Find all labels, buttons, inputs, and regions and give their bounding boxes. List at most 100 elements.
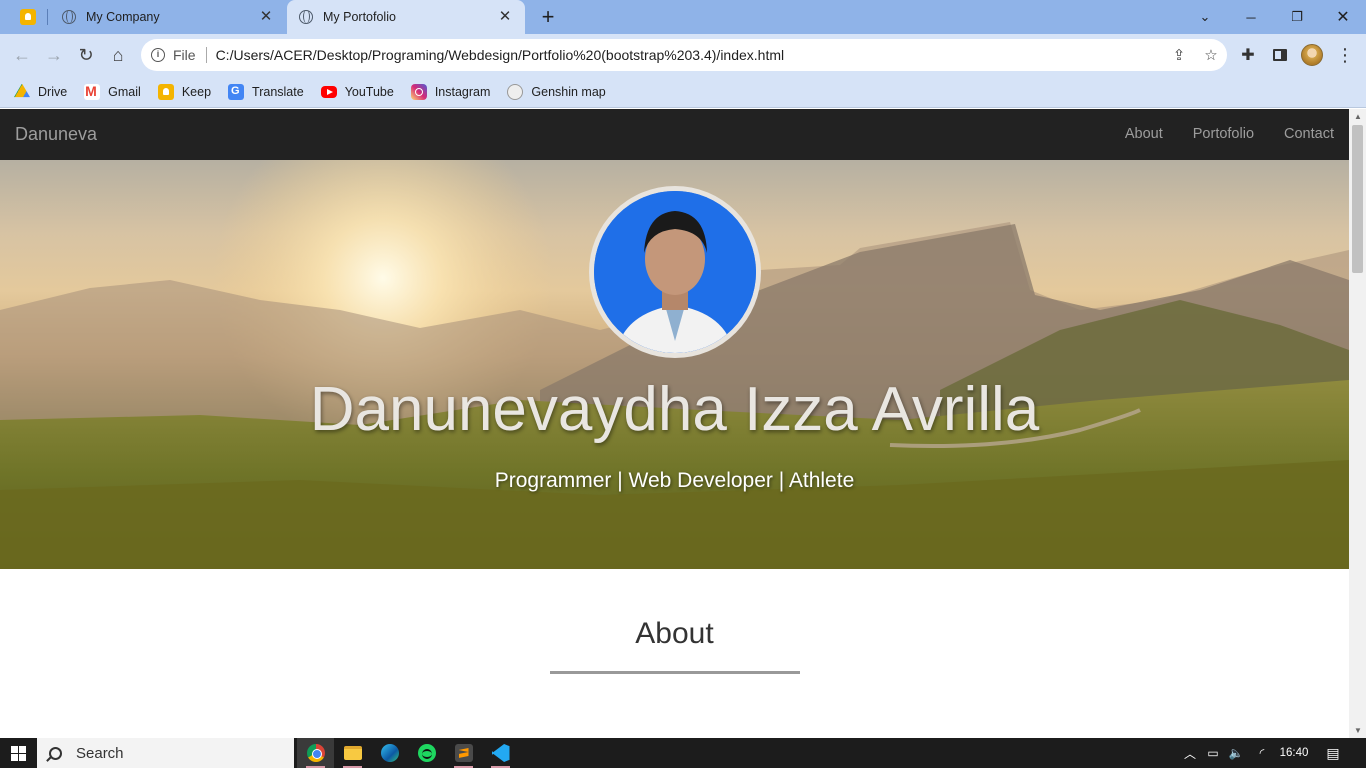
globe-icon	[62, 10, 76, 24]
share-icon[interactable]: ⇪	[1163, 46, 1195, 64]
tab-strip: My Company ✕ My Portofolio ✕ + ⌄ ─ ❐ ✕	[0, 0, 1366, 34]
volume-icon[interactable]: 🔈	[1226, 738, 1246, 768]
wifi-icon[interactable]: ◜	[1251, 738, 1273, 768]
info-icon[interactable]: i	[151, 48, 165, 62]
scroll-down-icon[interactable]: ▼	[1354, 726, 1362, 735]
site-navbar: Danuneva About Portofolio Contact	[0, 109, 1349, 160]
minimize-button[interactable]: ─	[1228, 0, 1274, 34]
new-tab-button[interactable]: +	[536, 5, 560, 29]
divider	[205, 47, 207, 63]
tab-title: My Portofolio	[323, 10, 396, 24]
windows-taskbar: Search ︿ ▭ 🔈 ◜ 16:40 ▤	[0, 738, 1366, 768]
taskbar-app-vscode[interactable]	[482, 738, 519, 768]
bookmark-label: Translate	[252, 84, 304, 99]
avatar	[1301, 44, 1323, 66]
gmail-icon	[84, 83, 101, 100]
keep-icon	[20, 9, 36, 25]
profile-photo	[594, 191, 756, 353]
side-panel-icon	[1273, 49, 1287, 61]
home-button[interactable]: ⌂	[105, 42, 131, 68]
bookmark-label: Gmail	[108, 84, 141, 99]
close-window-button[interactable]: ✕	[1320, 0, 1366, 34]
bookmark-label: Instagram	[434, 84, 491, 99]
taskbar-search-box[interactable]: Search	[37, 738, 294, 768]
bookmark-star-icon[interactable]: ☆	[1195, 46, 1227, 64]
tray-overflow-chevron-icon[interactable]: ︿	[1180, 738, 1200, 768]
sublime-text-icon	[454, 744, 473, 762]
bookmarks-bar: Drive Gmail Keep Translate YouTube Insta…	[0, 76, 1366, 108]
site-nav-links: About Portofolio Contact	[1110, 109, 1349, 160]
tab-my-portofolio[interactable]: My Portofolio ✕	[287, 0, 525, 34]
reload-button[interactable]: ↻	[73, 42, 99, 68]
nav-link-portofolio[interactable]: Portofolio	[1178, 109, 1269, 160]
page-scrollbar[interactable]: ▲ ▼	[1349, 109, 1366, 738]
instagram-icon	[410, 83, 427, 100]
hero-tagline: Programmer | Web Developer | Athlete	[494, 469, 855, 492]
taskbar-app-edge[interactable]	[371, 738, 408, 768]
bookmark-genshin-map[interactable]: Genshin map	[507, 83, 606, 100]
chrome-icon	[306, 744, 325, 762]
person-portrait-icon	[594, 191, 756, 353]
url-text[interactable]: C:/Users/ACER/Desktop/Programing/Webdesi…	[216, 47, 785, 63]
restore-button[interactable]: ❐	[1274, 0, 1320, 34]
bookmark-translate[interactable]: Translate	[228, 83, 304, 100]
notifications-icon[interactable]: ▤	[1320, 738, 1346, 768]
about-divider	[550, 671, 800, 674]
taskbar-app-chrome[interactable]	[297, 738, 334, 768]
close-icon[interactable]: ✕	[258, 9, 274, 25]
scroll-thumb[interactable]	[1352, 125, 1363, 273]
tab-search-chevron-icon[interactable]: ⌄	[1182, 0, 1228, 34]
bookmark-label: Keep	[181, 84, 212, 99]
menu-kebab-icon[interactable]: ⋮	[1334, 44, 1356, 66]
bookmark-youtube[interactable]: YouTube	[320, 84, 394, 99]
about-heading: About	[635, 617, 714, 650]
search-icon	[49, 746, 62, 760]
bookmark-label: Genshin map	[531, 84, 606, 99]
bookmark-gmail[interactable]: Gmail	[84, 83, 141, 100]
hero-section: Danunevaydha Izza Avrilla Programmer | W…	[0, 160, 1349, 569]
bookmark-instagram[interactable]: Instagram	[410, 83, 491, 100]
side-panel-button[interactable]	[1269, 44, 1291, 66]
start-button[interactable]	[0, 738, 37, 768]
page-viewport: Danuneva About Portofolio Contact Danune…	[0, 109, 1349, 738]
bookmark-drive[interactable]: Drive	[14, 83, 68, 100]
taskbar-app-spotify[interactable]	[408, 738, 445, 768]
taskbar-clock[interactable]: 16:40	[1274, 738, 1314, 768]
keep-icon	[157, 83, 174, 100]
file-explorer-icon	[343, 746, 362, 760]
edge-icon	[380, 744, 399, 762]
tab-my-company[interactable]: My Company ✕	[50, 0, 286, 34]
pinned-tab-keep[interactable]	[12, 6, 44, 28]
nav-link-about[interactable]: About	[1110, 109, 1178, 160]
bookmark-keep[interactable]: Keep	[157, 83, 212, 100]
address-bar[interactable]: i File C:/Users/ACER/Desktop/Programing/…	[141, 39, 1227, 71]
battery-icon[interactable]: ▭	[1203, 738, 1223, 768]
spotify-icon	[417, 744, 436, 762]
site-brand[interactable]: Danuneva	[15, 124, 97, 145]
scheme-label: File	[173, 47, 196, 63]
browser-toolbar: ← → ↻ ⌂ i File C:/Users/ACER/Desktop/Pro…	[0, 34, 1366, 76]
drive-icon	[14, 83, 30, 98]
bookmark-label: Drive	[38, 84, 68, 99]
globe-icon	[299, 10, 313, 24]
close-icon[interactable]: ✕	[497, 9, 513, 25]
scroll-up-icon[interactable]: ▲	[1354, 112, 1362, 121]
extensions-puzzle-icon[interactable]: ✚	[1237, 44, 1259, 66]
youtube-icon	[320, 85, 337, 98]
search-placeholder: Search	[76, 744, 124, 762]
profile-button[interactable]	[1301, 44, 1323, 66]
genshin-map-icon	[507, 83, 524, 100]
vscode-icon	[491, 744, 510, 762]
back-button[interactable]: ←	[9, 42, 35, 68]
hero-name: Danunevaydha Izza Avrilla	[309, 375, 1040, 444]
forward-button[interactable]: →	[41, 42, 67, 68]
taskbar-app-sublime-text[interactable]	[445, 738, 482, 768]
profile-photo-frame	[589, 186, 761, 358]
translate-icon	[228, 83, 245, 100]
tab-title: My Company	[86, 10, 160, 24]
taskbar-app-file-explorer[interactable]	[334, 738, 371, 768]
nav-link-contact[interactable]: Contact	[1269, 109, 1349, 160]
tab-separator	[47, 9, 48, 25]
windows-logo-icon	[11, 745, 26, 761]
bookmark-label: YouTube	[344, 84, 394, 99]
